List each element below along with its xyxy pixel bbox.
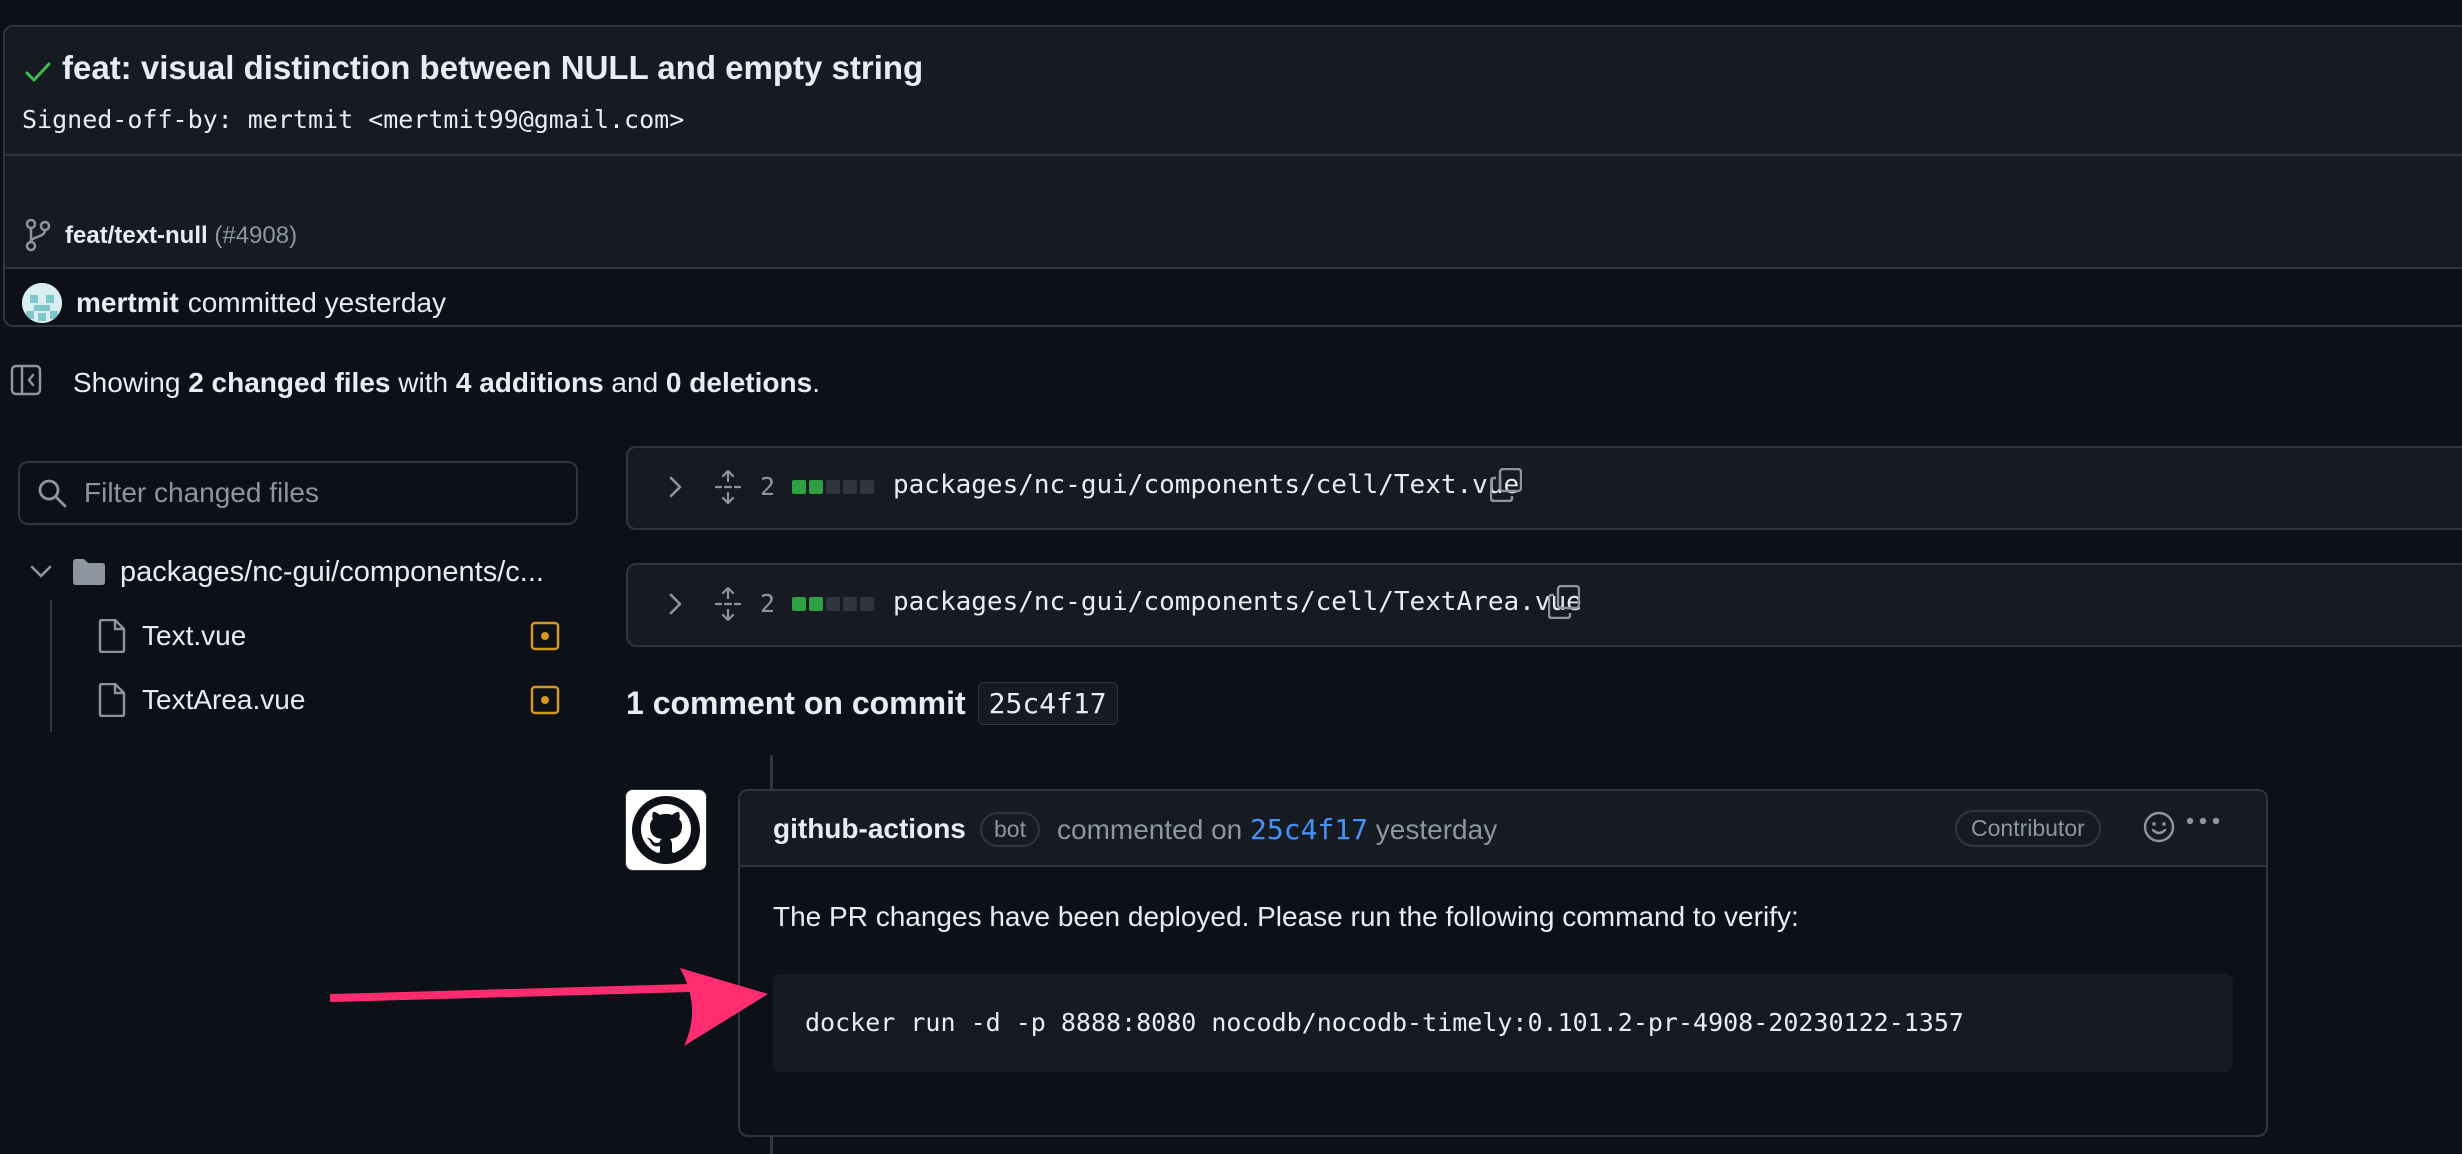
comment-action-text: commented on (1057, 814, 1243, 845)
file-modified-icon (530, 621, 560, 651)
file-path[interactable]: packages/nc-gui/components/cell/TextArea… (893, 587, 1582, 617)
summary-period: . (812, 367, 820, 398)
chevron-right-icon[interactable] (668, 592, 684, 616)
expand-all-icon[interactable] (714, 587, 742, 621)
commit-branch-row: feat/text-null (#4908) (5, 156, 2462, 269)
file-modified-icon (530, 685, 560, 715)
filter-files-box (18, 461, 578, 525)
comment-body: The PR changes have been deployed. Pleas… (773, 901, 1799, 932)
github-icon (632, 796, 700, 864)
summary-deletions: 0 deletions (665, 367, 813, 398)
git-branch-icon (23, 218, 53, 252)
check-icon (25, 61, 51, 83)
comment-sha-link[interactable]: 25c4f17 (1250, 813, 1368, 846)
add-reaction-icon[interactable] (2142, 810, 2176, 844)
tree-file-name[interactable]: Text.vue (142, 620, 246, 652)
comments-heading: 1 comment on commit 25c4f17 (626, 680, 1118, 726)
tree-file-item[interactable]: Text.vue (98, 616, 568, 656)
tree-folder[interactable]: packages/nc-gui/components/c... (30, 552, 544, 592)
tree-file-item[interactable]: TextArea.vue (98, 680, 568, 720)
comment-meta: commented on 25c4f17 yesterday (1057, 813, 1497, 846)
filter-files-input[interactable] (82, 473, 566, 513)
change-count: 2 (760, 589, 776, 618)
file-path[interactable]: packages/nc-gui/components/cell/Text.vue (893, 470, 1519, 500)
change-count: 2 (760, 472, 776, 501)
chevron-down-icon[interactable] (30, 565, 52, 579)
branch-name[interactable]: feat/text-null (65, 222, 208, 249)
folder-icon (72, 558, 106, 586)
commit-message-panel: feat: visual distinction between NULL an… (5, 27, 2462, 156)
diff-summary: Showing 2 changed files with 4 additions… (73, 367, 820, 399)
commit-header: feat: visual distinction between NULL an… (3, 25, 2462, 327)
tree-file-name[interactable]: TextArea.vue (142, 684, 305, 716)
chevron-right-icon[interactable] (668, 475, 684, 499)
bot-badge: bot (980, 812, 1040, 847)
commit-author[interactable]: mertmit (76, 287, 179, 319)
file-icon (98, 683, 126, 717)
file-diff-header[interactable]: 2 packages/nc-gui/components/cell/Text.v… (626, 446, 2462, 530)
contributor-badge: Contributor (1955, 810, 2101, 847)
summary-prefix: Showing (73, 367, 181, 398)
comment-author[interactable]: github-actions (773, 813, 966, 845)
code-block: docker run -d -p 8888:8080 nocodb/nocodb… (773, 974, 2233, 1072)
diffstat-bar (792, 597, 874, 611)
annotation-arrow-icon (330, 960, 770, 1060)
tree-guide-line (50, 600, 52, 732)
sidebar-toggle-icon[interactable] (10, 364, 42, 396)
summary-and: and (611, 367, 659, 398)
commit-message: Signed-off-by: mertmit <mertmit99@gmail.… (22, 105, 685, 134)
commit-title: feat: visual distinction between NULL an… (62, 49, 924, 86)
comment-card: github-actions bot commented on 25c4f17 … (738, 789, 2268, 1137)
copy-icon[interactable] (1490, 468, 1522, 502)
commit-time: committed yesterday (187, 287, 447, 318)
branch-link[interactable]: feat/text-null (#4908) (65, 222, 297, 250)
comments-title: 1 comment on commit (626, 684, 966, 721)
summary-with: with (398, 367, 449, 398)
comment-header: github-actions bot commented on 25c4f17 … (740, 791, 2266, 867)
folder-name[interactable]: packages/nc-gui/components/c... (120, 556, 544, 589)
comment-time[interactable]: yesterday (1376, 814, 1497, 845)
docker-command: docker run -d -p 8888:8080 nocodb/nocodb… (805, 1008, 1964, 1037)
summary-additions: 4 additions (455, 367, 604, 398)
kebab-menu-icon[interactable] (2185, 815, 2221, 827)
expand-all-icon[interactable] (714, 470, 742, 504)
file-icon (98, 619, 126, 653)
search-icon (36, 477, 68, 509)
copy-icon[interactable] (1548, 585, 1580, 619)
commit-author-row: mertmit committed yesterday (22, 282, 446, 324)
github-avatar[interactable] (625, 789, 707, 871)
diffstat-bar (792, 480, 874, 494)
commit-sha[interactable]: 25c4f17 (977, 681, 1118, 725)
file-diff-header[interactable]: 2 packages/nc-gui/components/cell/TextAr… (626, 563, 2462, 647)
pr-number[interactable]: (#4908) (214, 222, 297, 249)
summary-files: 2 changed files (188, 367, 391, 398)
avatar[interactable] (22, 283, 62, 323)
